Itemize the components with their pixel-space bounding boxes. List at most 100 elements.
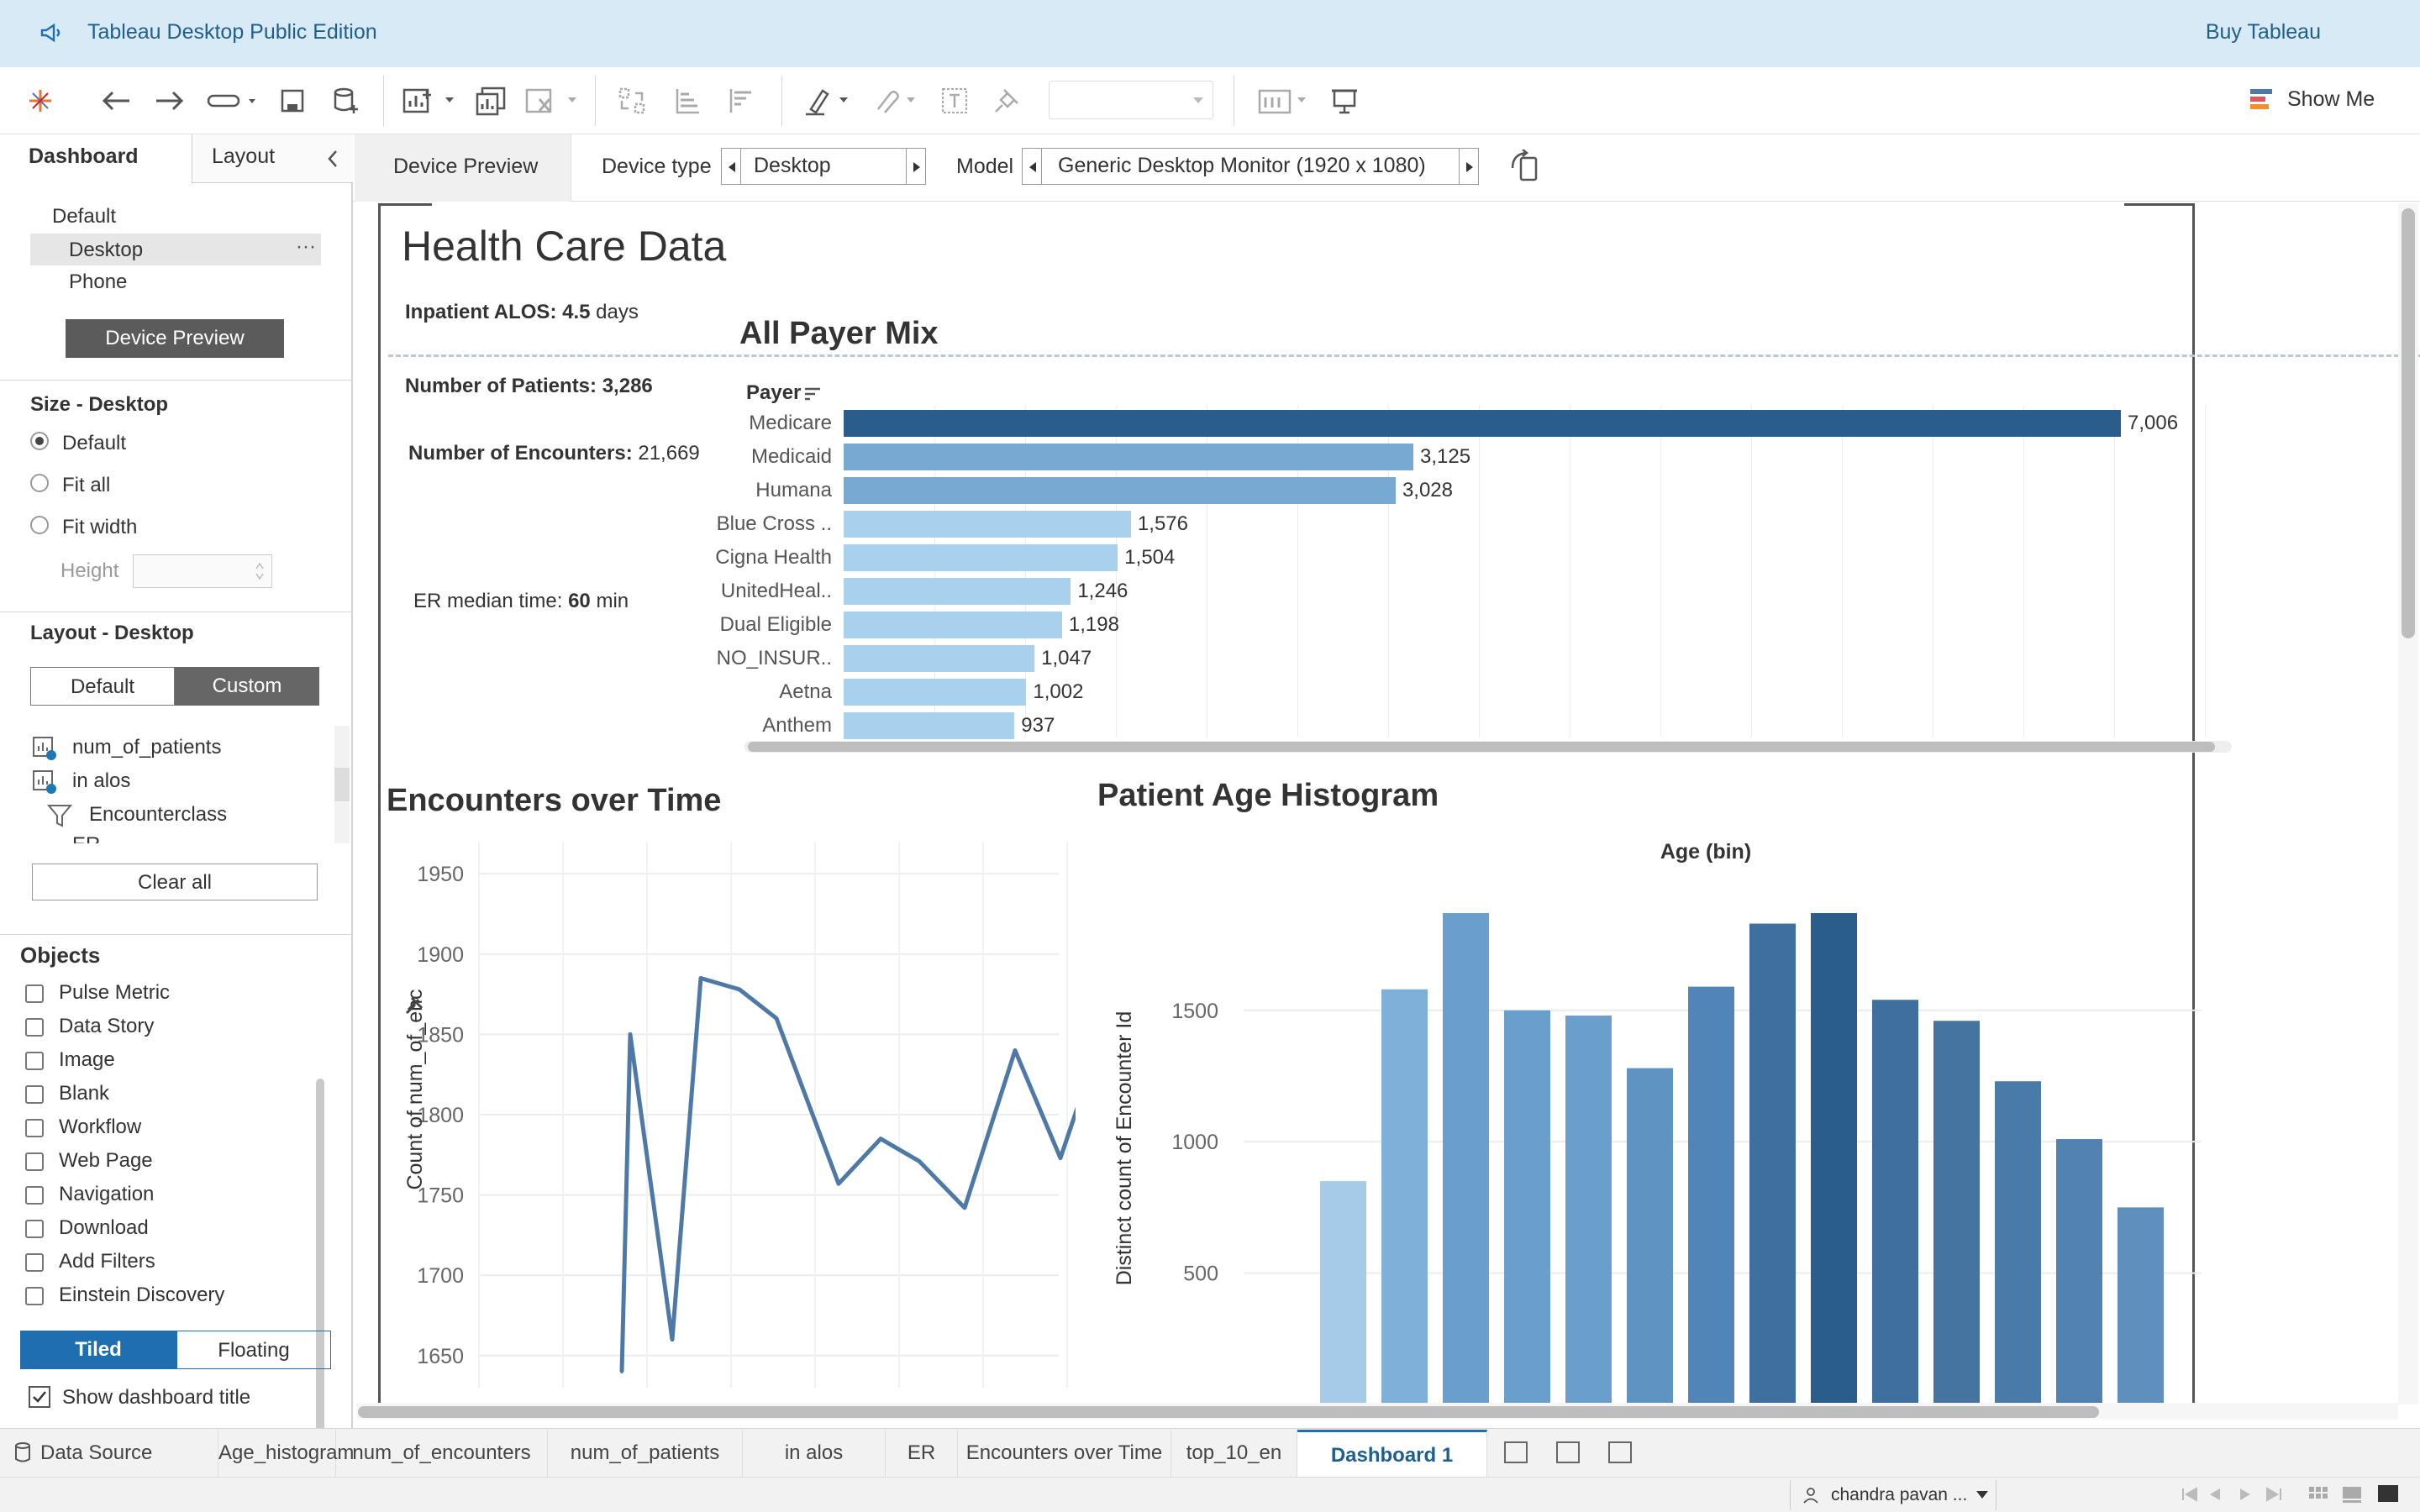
tab-data-source[interactable]: Data Source [39,1430,218,1477]
show-cards-icon[interactable] [1255,82,1314,119]
device-default[interactable]: Default [52,205,116,228]
payer-bar[interactable] [844,612,1062,638]
show-me-button[interactable]: Show Me [2287,87,2375,112]
object-item[interactable]: Web Page [59,1149,153,1173]
histogram-bar[interactable] [1504,1010,1550,1404]
device-preview-button[interactable]: Device Preview [66,319,284,358]
histogram-bar[interactable] [2118,1207,2164,1404]
layout-item[interactable]: in alos [72,769,130,793]
layout-item[interactable]: num_of_patients [72,736,221,759]
sheet-tab[interactable]: ER [886,1430,958,1477]
objects-scrollbar-thumb[interactable] [316,1079,324,1453]
payer-bar[interactable] [844,645,1035,672]
more-options-icon[interactable]: ··· [296,235,316,259]
new-data-source-icon[interactable] [328,82,365,119]
payer-bar[interactable] [844,679,1027,706]
vertical-scrollbar-thumb[interactable] [2402,208,2415,638]
prev-arrow-icon[interactable] [727,160,737,174]
attach-icon[interactable] [869,82,921,119]
device-phone[interactable]: Phone [69,270,127,294]
view-mode-icons[interactable] [2306,1482,2407,1505]
show-title-checkbox[interactable] [29,1386,50,1408]
pin-icon[interactable] [988,82,1025,119]
line-point[interactable] [775,1016,778,1021]
object-item[interactable]: Add Filters [59,1250,155,1273]
object-item[interactable]: Blank [59,1082,109,1105]
payer-label[interactable]: Medicare [697,412,832,435]
sheet-tab[interactable]: top_10_en [1171,1430,1297,1477]
undo-icon[interactable] [97,82,134,119]
clear-all-button[interactable]: Clear all [32,864,318,900]
line-point[interactable] [879,1137,882,1141]
payer-label[interactable]: Cigna Health [697,546,832,570]
layout-list-scrollbar-thumb[interactable] [334,768,350,801]
object-item[interactable]: Einstein Discovery [59,1284,224,1307]
payer-label[interactable]: Blue Cross .. [697,512,832,536]
histogram-bar[interactable] [1565,1016,1612,1404]
object-item[interactable]: Workflow [59,1116,141,1139]
payer-label[interactable]: NO_INSUR.. [697,647,832,670]
device-preview-tab-label[interactable]: Device Preview [393,155,538,179]
next-arrow-icon[interactable] [912,160,922,174]
payer-bar[interactable] [844,410,2121,437]
payer-label[interactable]: UnitedHeal.. [697,580,832,603]
layout-default-button[interactable]: Default [30,667,175,706]
sheet-tab[interactable]: in alos [743,1430,886,1477]
histogram-bar[interactable] [1688,986,1734,1404]
next-arrow-icon[interactable] [1465,160,1475,174]
clear-sheet-icon[interactable] [523,82,581,119]
new-worksheet-tab-icon[interactable] [1504,1441,1528,1463]
duplicate-sheet-icon[interactable] [472,82,509,119]
swap-rows-columns-icon[interactable] [613,82,650,119]
sort-ascending-icon[interactable] [669,82,706,119]
histogram-bar[interactable] [1811,913,1857,1404]
sort-icon[interactable] [803,386,822,403]
height-input[interactable] [133,554,272,588]
size-default-radio[interactable] [30,432,49,450]
object-item[interactable]: Image [59,1048,115,1072]
sheet-tab[interactable]: Encounters over Time [958,1430,1171,1477]
line-point[interactable] [620,1369,623,1373]
highlight-icon[interactable] [802,82,854,119]
object-item[interactable]: Download [59,1216,149,1240]
line-point[interactable] [1013,1048,1017,1053]
payer-label[interactable]: Aetna [697,680,832,704]
sheet-tab[interactable]: num_of_patients [548,1430,743,1477]
layout-item[interactable]: ER [72,833,100,843]
show-me-icon[interactable] [2249,86,2275,113]
horizontal-scrollbar-thumb[interactable] [748,742,2215,752]
payer-bar[interactable] [844,544,1118,571]
object-item[interactable]: Navigation [59,1183,154,1206]
new-dashboard-tab-icon[interactable] [1556,1441,1580,1463]
presentation-mode-icon[interactable] [1326,82,1363,119]
payer-label[interactable]: Medicaid [697,445,832,469]
histogram-bar[interactable] [1627,1068,1673,1404]
histogram-bar[interactable] [1872,1000,1918,1404]
payer-label[interactable]: Humana [697,479,832,502]
forward-menu-icon[interactable] [205,82,259,119]
buy-tableau-link[interactable]: Buy Tableau [2206,20,2321,45]
show-title-label[interactable]: Show dashboard title [62,1386,250,1410]
payer-bar[interactable] [844,477,1396,504]
line-point[interactable] [963,1205,966,1210]
sheet-navigation-icons[interactable] [2180,1483,2297,1505]
line-point[interactable] [671,1337,674,1341]
canvas-horizontal-scrollbar-thumb[interactable] [358,1406,2099,1418]
payer-bar[interactable] [844,712,1015,739]
encounters-line[interactable] [619,976,1076,1372]
collapse-panel-icon[interactable] [324,148,341,170]
tab-dashboard-1[interactable]: Dashboard 1 [1297,1430,1487,1477]
object-item[interactable]: Data Story [59,1015,154,1038]
histogram-bar[interactable] [1995,1081,2041,1404]
size-fit-all-label[interactable]: Fit all [62,474,110,497]
layout-custom-button[interactable]: Custom [175,667,319,706]
payer-label[interactable]: Anthem [697,714,832,738]
new-worksheet-icon[interactable] [400,82,459,119]
payer-bar[interactable] [844,444,1413,470]
model-select[interactable]: Generic Desktop Monitor (1920 x 1080) [1022,148,1479,185]
fit-dropdown[interactable] [1049,81,1213,119]
line-point[interactable] [1059,1156,1062,1160]
payer-bar[interactable] [844,578,1071,605]
tab-layout[interactable]: Layout [212,144,275,169]
line-point[interactable] [918,1159,921,1163]
